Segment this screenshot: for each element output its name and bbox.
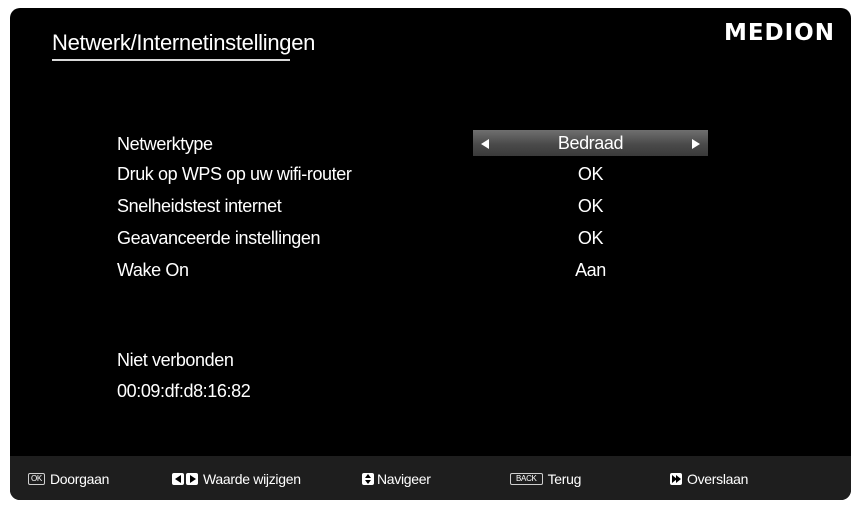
hint-continue: OK Doorgaan	[28, 471, 109, 487]
netwerktype-selector[interactable]: Bedraad	[473, 130, 708, 156]
setting-row-wps[interactable]: Druk op WPS op uw wifi-router OK	[10, 160, 851, 190]
setting-label: Geavanceerde instellingen	[117, 228, 321, 248]
arrow-right-icon[interactable]	[692, 139, 700, 149]
ok-key-icon: OK	[28, 473, 45, 485]
advanced-ok-button[interactable]: OK	[473, 228, 708, 249]
wps-ok-button[interactable]: OK	[473, 164, 708, 185]
setting-label: Druk op WPS op uw wifi-router	[117, 164, 352, 184]
hint-back: BACK Terug	[510, 471, 581, 487]
left-arrow-key-icon	[172, 473, 184, 485]
tv-screen: Netwerk/Internetinstellingen MEDION Netw…	[10, 8, 851, 500]
setting-row-wake-on[interactable]: Wake On Aan	[10, 256, 851, 286]
hint-label: Doorgaan	[49, 471, 110, 487]
speedtest-ok-button[interactable]: OK	[473, 196, 708, 217]
hint-label: Waarde wijzigen	[203, 471, 301, 487]
hint-label: Overslaan	[687, 471, 749, 487]
setting-row-speedtest[interactable]: Snelheidstest internet OK	[10, 192, 851, 222]
setting-label: Wake On	[117, 260, 189, 280]
right-arrow-key-icon	[186, 473, 198, 485]
button-hint-bar: OK Doorgaan Waarde wijzigen Navigeer BAC…	[10, 456, 851, 500]
setting-row-netwerktype[interactable]: Netwerktype Bedraad	[10, 130, 851, 160]
page-title: Netwerk/Internetinstellingen	[52, 30, 316, 55]
setting-label: Netwerktype	[117, 134, 213, 154]
setting-value: Bedraad	[557, 133, 624, 153]
hint-label: Navigeer	[377, 471, 431, 487]
title-underline	[52, 59, 290, 61]
mac-address: 00:09:df:d8:16:82	[117, 381, 251, 401]
hint-label: Terug	[547, 471, 582, 487]
back-key-icon: BACK	[510, 473, 543, 485]
setting-label: Snelheidstest internet	[117, 196, 282, 216]
fast-forward-key-icon	[670, 473, 682, 485]
setting-row-advanced[interactable]: Geavanceerde instellingen OK	[10, 224, 851, 254]
up-down-key-icon	[362, 473, 374, 485]
hint-change-value: Waarde wijzigen	[172, 471, 301, 487]
medion-logo: MEDION	[723, 20, 835, 46]
wake-on-value[interactable]: Aan	[473, 260, 708, 281]
hint-navigate: Navigeer	[362, 471, 431, 487]
hint-skip: Overslaan	[670, 471, 748, 487]
connection-status: Niet verbonden	[117, 350, 234, 370]
